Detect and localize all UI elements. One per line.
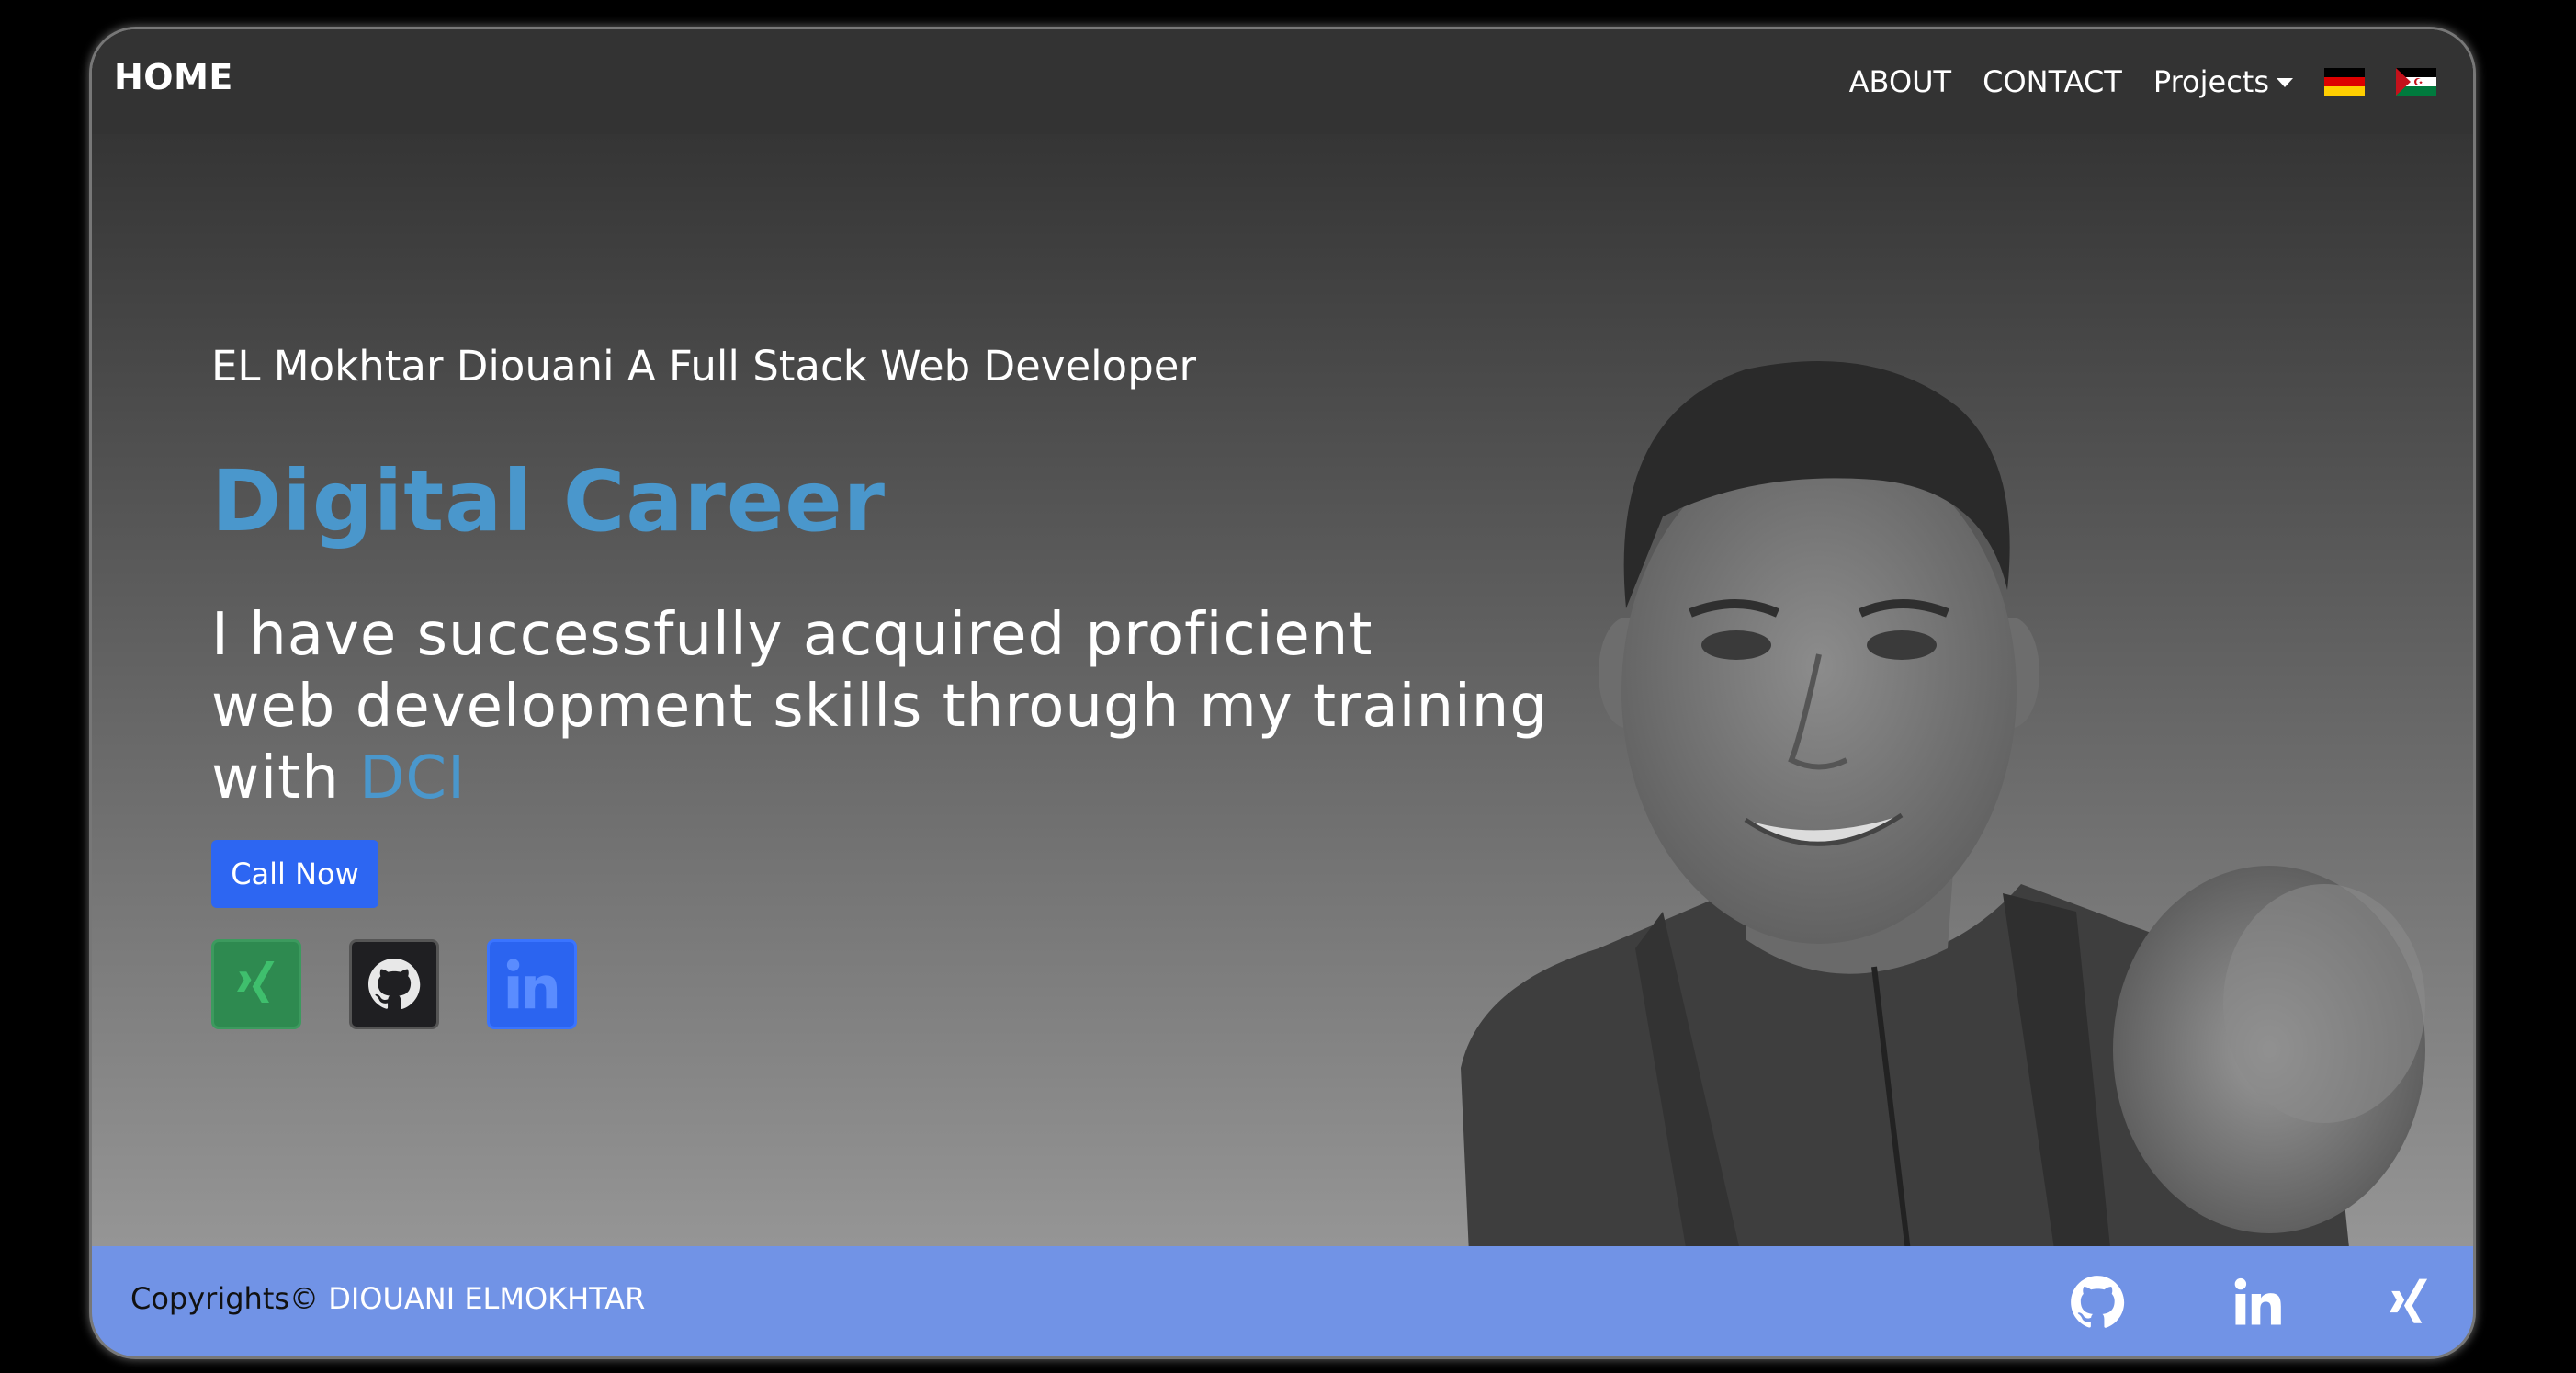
home-link[interactable]: HOME [114,57,233,97]
projects-dropdown[interactable]: Projects [2153,64,2293,99]
copyright-text: Copyrights© DIOUANI ELMOKHTAR [130,1281,645,1316]
footer: Copyrights© DIOUANI ELMOKHTAR [92,1246,2473,1356]
hero-lead-line: I have successfully acquired proficient [211,601,1373,669]
linkedin-glyph-icon [506,959,558,1009]
github-icon[interactable] [2067,1272,2128,1333]
github-icon[interactable] [349,939,439,1029]
linkedin-glyph-icon [2234,1277,2281,1325]
contact-link[interactable]: CONTACT [1983,64,2122,99]
hero-lead-line: with DCI [211,743,1548,814]
german-flag-icon[interactable] [2324,68,2365,96]
xing-glyph-icon [2390,1278,2428,1323]
xing-icon[interactable] [2379,1272,2440,1333]
hero-lead-prefix: with [211,744,360,812]
call-now-button[interactable]: Call Now [211,840,378,908]
nav-links: ABOUT CONTACT Projects [1849,29,2436,134]
hero-lead: I have successfully acquired proficient … [211,599,1548,814]
xing-icon[interactable] [211,939,301,1029]
linkedin-icon[interactable] [2228,1272,2288,1333]
copyright-prefix: Copyrights© [130,1281,329,1316]
projects-dropdown-label[interactable]: Projects [2153,64,2269,99]
app-window: HOME ABOUT CONTACT Projects EL Mokhtar D… [92,29,2473,1356]
hero-subtitle: EL Mokhtar Diouani A Full Stack Web Deve… [211,342,1196,391]
copyright-owner: DIOUANI ELMOKHTAR [328,1281,646,1316]
xing-glyph-icon [237,961,275,1003]
hero-lead-line: web development skills through my traini… [211,673,1548,741]
github-glyph-icon [368,959,421,1009]
top-navbar: HOME ABOUT CONTACT Projects [92,29,2473,134]
sahrawi-flag-icon[interactable] [2396,68,2436,96]
caret-down-icon [2277,78,2293,87]
about-link[interactable]: ABOUT [1849,64,1951,99]
dci-highlight: DCI [359,744,466,812]
linkedin-icon[interactable] [487,939,577,1029]
hero-headline: Digital Career [211,452,887,550]
github-glyph-icon [2071,1276,2125,1328]
